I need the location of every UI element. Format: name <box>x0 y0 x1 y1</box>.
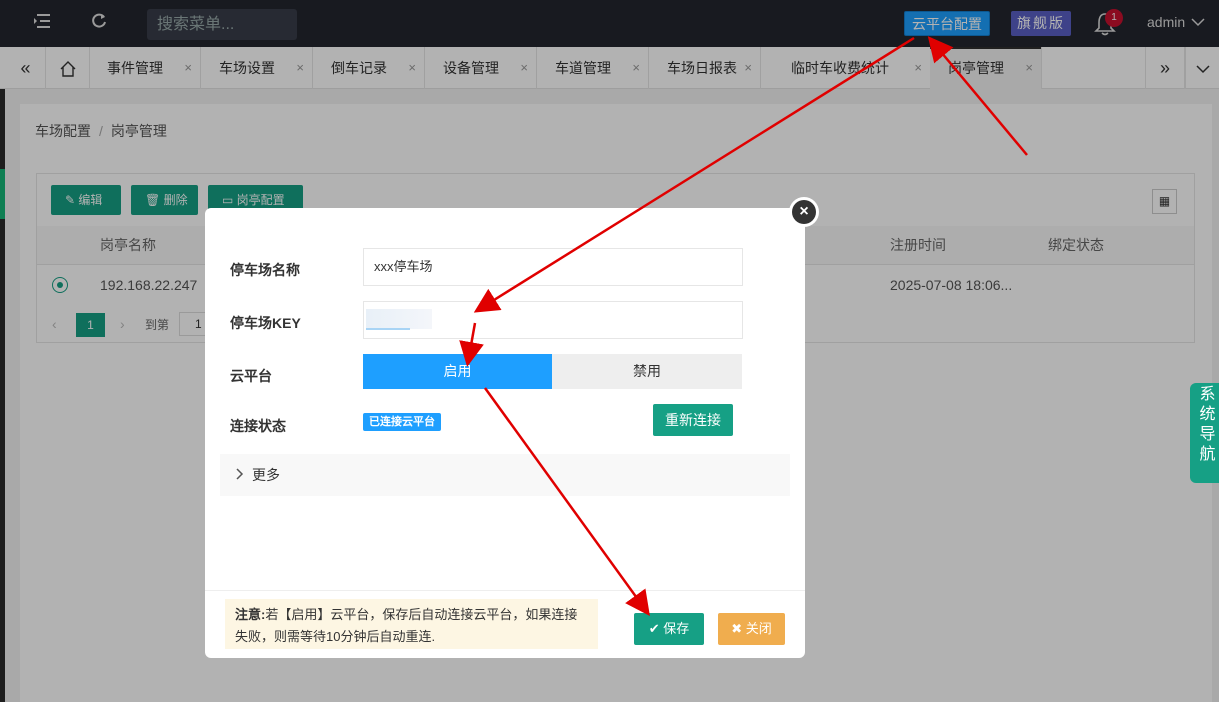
connection-status-label: 连接状态 <box>230 418 286 434</box>
more-collapse[interactable]: 更多 <box>220 454 790 496</box>
parking-key-redacted <box>366 309 432 329</box>
more-label: 更多 <box>252 467 280 483</box>
system-nav-tab[interactable]: 系统导航 <box>1190 383 1219 483</box>
cloud-disable-option[interactable]: 禁用 <box>552 354 742 389</box>
save-button[interactable]: ✔ 保存 <box>634 613 704 645</box>
parking-name-label: 停车场名称 <box>230 262 300 278</box>
note-title: 注意: <box>235 607 266 622</box>
chevron-right-icon <box>236 454 244 496</box>
check-icon: ✔ <box>648 621 664 636</box>
connection-status-badge: 已连接云平台 <box>363 413 441 431</box>
close-x-icon: ✖ <box>731 621 746 636</box>
dialog-close-icon[interactable]: × <box>789 197 819 227</box>
cloud-platform-label: 云平台 <box>230 368 272 384</box>
dialog-footer-divider <box>205 590 805 591</box>
system-nav-label: 系统导航 <box>1196 385 1214 465</box>
parking-key-label: 停车场KEY <box>230 315 301 331</box>
save-note: 注意:若【启用】云平台，保存后自动连接云平台，如果连接失败，则需等待10分钟后自… <box>225 599 598 649</box>
note-text: 若【启用】云平台，保存后自动连接云平台，如果连接失败，则需等待10分钟后自动重连… <box>235 607 578 644</box>
reconnect-button[interactable]: 重新连接 <box>653 404 733 436</box>
close-button[interactable]: ✖ 关闭 <box>718 613 785 645</box>
parking-key-underline <box>366 328 410 330</box>
cloud-enable-option[interactable]: 启用 <box>363 354 552 389</box>
parking-name-input[interactable]: xxx停车场 <box>363 248 743 286</box>
